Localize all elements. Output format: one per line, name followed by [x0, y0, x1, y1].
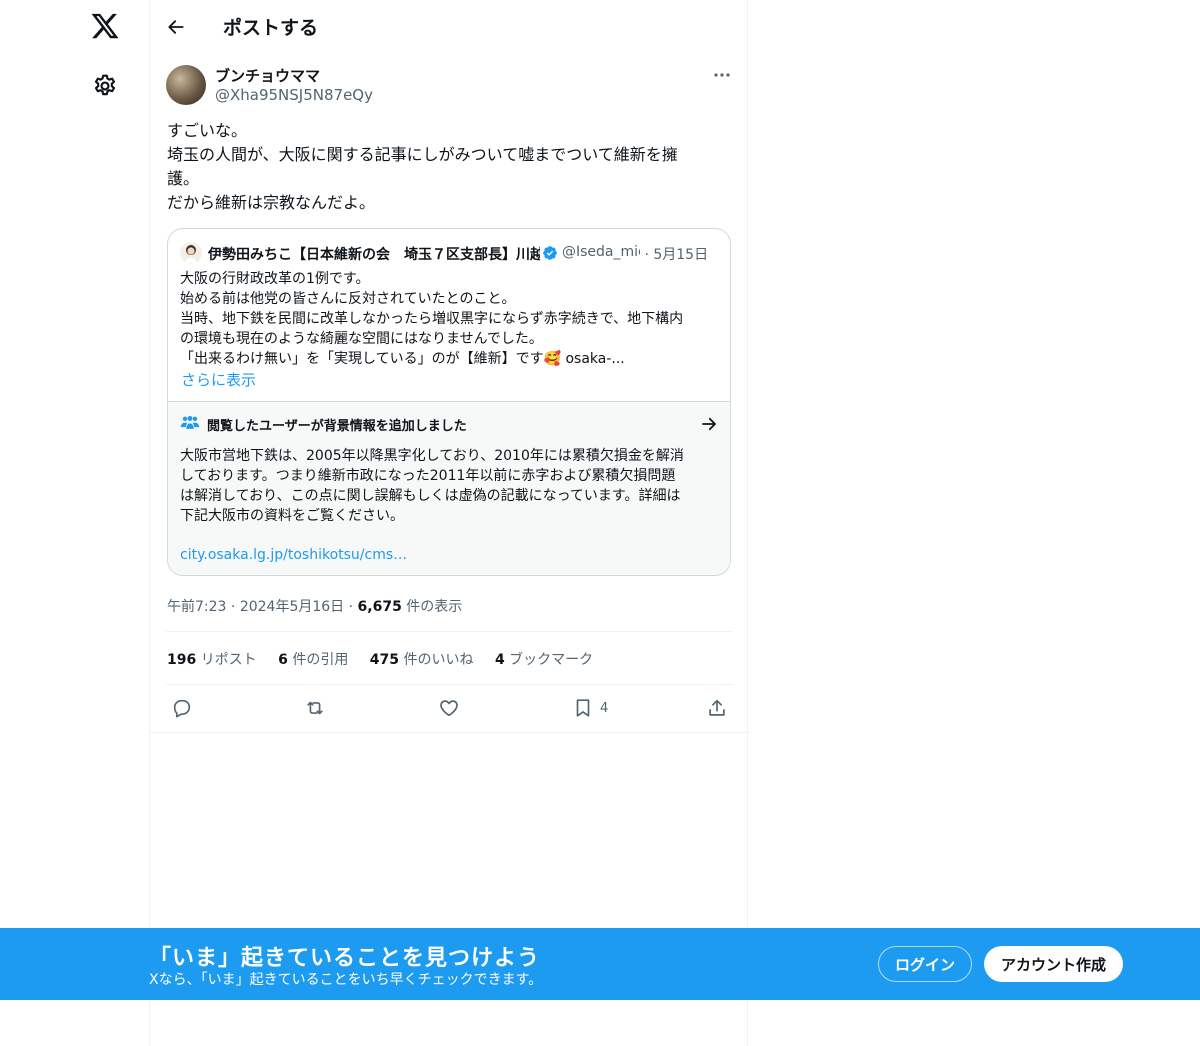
quote-line: 大阪の行財政改革の1例です。 — [180, 271, 370, 287]
quote-header: 伊勢田みちこ【日本維新の会 埼玉７区支部長】川越 @Iseda_michiko ·… — [208, 244, 722, 264]
banner-subtitle: Xなら、「いま」起きていることをいち早くチェックできます。 — [149, 972, 543, 988]
bookmarks-label: ブックマーク — [509, 652, 594, 668]
repost-button[interactable] — [304, 696, 326, 720]
quotes-label: 件の引用 — [292, 652, 349, 668]
tweet-line: 護。 — [167, 169, 200, 188]
arrow-right-icon[interactable] — [700, 415, 718, 433]
quote-author-handle[interactable]: @Iseda_michiko — [562, 244, 640, 260]
page-header: ポストする — [150, 0, 749, 54]
quote-date[interactable]: 5月15日 — [653, 247, 708, 263]
login-button[interactable]: ログイン — [878, 946, 972, 982]
more-icon[interactable] — [712, 68, 732, 82]
like-icon — [440, 700, 458, 717]
stat-bookmarks[interactable]: 4 ブックマーク — [495, 652, 593, 668]
note-line: 下記大阪市の資料をご覧ください。 — [180, 508, 404, 524]
note-title: 閲覧したユーザーが背景情報を追加しました — [207, 419, 467, 434]
stat-quotes[interactable]: 6 件の引用 — [278, 652, 348, 668]
avatar[interactable] — [166, 65, 206, 105]
users-icon — [180, 416, 200, 429]
tweet-meta: 午前7:23 · 2024年5月16日 · 6,675 件の表示 — [167, 596, 462, 616]
separator-dot: · — [644, 247, 649, 263]
tweet-line: だから維新は宗教なんだよ。 — [167, 193, 376, 212]
divider — [150, 732, 749, 733]
stat-reposts[interactable]: 196 リポスト — [167, 652, 257, 668]
quote-line: の環境も現在のような綺麗な空間にはなりませんでした。 — [180, 331, 543, 347]
author-name[interactable]: ブンチョウママ — [215, 65, 320, 86]
back-arrow-icon[interactable] — [166, 17, 186, 37]
quoted-tweet[interactable]: 伊勢田みちこ【日本維新の会 埼玉７区支部長】川越 @Iseda_michiko ·… — [167, 228, 731, 576]
tweet-stats: 196 リポスト 6 件の引用 475 件のいいね 4 ブックマーク — [167, 649, 610, 669]
bookmark-icon — [576, 699, 590, 717]
stat-likes[interactable]: 475 件のいいね — [370, 652, 474, 668]
community-note[interactable]: 閲覧したユーザーが背景情報を追加しました 大阪市営地下鉄は、2005年以降黒字化… — [168, 401, 730, 575]
tweet-text: すごいな。 埼玉の人間が、大阪に関する記事にしがみついて嘘までついて維新を擁 護… — [167, 119, 727, 215]
quote-text: 大阪の行財政改革の1例です。 始める前は他党の皆さんに反対されていたとのこと。 … — [180, 269, 725, 369]
views-count: 6,675 — [357, 599, 402, 615]
quote-line: 始める前は他党の皆さんに反対されていたとのこと。 — [180, 291, 516, 307]
likes-count: 475 — [369, 652, 400, 668]
divider — [166, 684, 733, 685]
reposts-count: 196 — [167, 652, 197, 668]
tweet-date[interactable]: 2024年5月16日 — [240, 599, 344, 615]
bookmark-count: 4 — [600, 700, 609, 716]
note-line: 大阪市営地下鉄は、2005年以降黒字化しており、2010年には累積欠損金を解消 — [180, 448, 684, 464]
note-text: 大阪市営地下鉄は、2005年以降黒字化しており、2010年には累積欠損金を解消 … — [180, 446, 725, 526]
quotes-count: 6 — [278, 652, 288, 668]
show-more-link[interactable]: さらに表示 — [181, 369, 256, 390]
author-handle[interactable]: @Xha95NSJ5N87eQy — [215, 86, 373, 104]
action-bar: 4 — [150, 696, 749, 720]
reposts-label: リポスト — [200, 652, 257, 668]
quote-line: 当時、地下鉄を民間に改革しなかったら増収黒字にならず赤字続きで、地下構内 — [180, 311, 684, 327]
like-button[interactable] — [438, 696, 460, 720]
tweet-line: 埼玉の人間が、大阪に関する記事にしがみついて嘘までついて維新を擁 — [167, 145, 678, 164]
bookmark-button[interactable]: 4 — [572, 696, 608, 720]
share-icon — [709, 699, 725, 716]
reply-icon — [173, 699, 191, 718]
quote-avatar[interactable] — [180, 242, 202, 264]
note-line: は解消しており、この点に関し誤解もしくは虚偽の記載になっています。詳細は — [180, 488, 681, 504]
page-title: ポストする — [223, 17, 319, 39]
bookmarks-count: 4 — [494, 652, 505, 668]
banner-title: 「いま」起きていることを見つけよう — [149, 946, 541, 971]
repost-icon — [307, 701, 323, 715]
share-button[interactable] — [706, 696, 728, 720]
signup-banner: 「いま」起きていることを見つけよう Xなら、「いま」起きていることをいち早くチェ… — [0, 928, 1200, 1000]
reply-button[interactable] — [171, 696, 193, 720]
note-source-link[interactable]: city.osaka.lg.jp/toshikotsu/cms… — [180, 547, 407, 563]
separator-dot: · — [230, 599, 236, 615]
gear-icon[interactable] — [92, 73, 118, 99]
verified-badge-icon — [543, 246, 557, 260]
left-nav — [70, 0, 140, 1046]
x-logo-icon[interactable] — [90, 11, 120, 41]
quote-author-name[interactable]: 伊勢田みちこ【日本維新の会 埼玉７区支部長】川越 — [208, 244, 540, 264]
divider — [166, 631, 733, 632]
tweet-line: すごいな。 — [167, 121, 248, 140]
likes-label: 件のいいね — [403, 652, 474, 668]
main-column: ポストする ブンチョウママ @Xha95NSJ5N87eQy すごいな。 埼玉の… — [149, 0, 749, 1046]
quote-line: 「出来るわけ無い」を「実現している」のが【維新】です🥰 osaka-... — [180, 351, 625, 367]
tweet-time[interactable]: 午前7:23 — [167, 599, 226, 615]
person-avatar-icon — [183, 245, 199, 264]
note-line: しております。つまり維新市政になった2011年以前に赤字および累積欠損問題 — [180, 468, 676, 484]
create-account-button[interactable]: アカウント作成 — [984, 946, 1123, 982]
separator-dot: · — [348, 599, 354, 615]
views-label: 件の表示 — [406, 599, 463, 615]
